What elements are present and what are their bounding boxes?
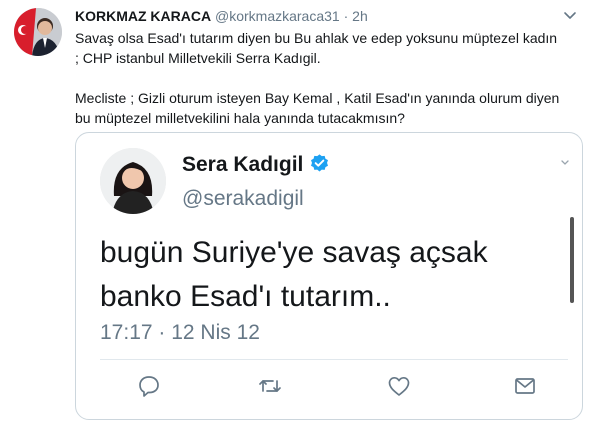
share-icon xyxy=(512,373,538,399)
quoted-action-bar xyxy=(76,373,582,403)
tweet-text-line: Mecliste ; Gizli oturum isteyen Bay Kema… xyxy=(75,90,560,106)
tweet-header: KORKMAZ KARACA @korkmazkaraca31 · 2h xyxy=(75,8,368,25)
like-icon xyxy=(386,373,412,399)
divider xyxy=(100,359,568,360)
author-name[interactable]: KORKMAZ KARACA xyxy=(75,8,211,24)
scrollbar xyxy=(570,217,574,303)
tweet-text-line: bu müptezel milletvekilini hala yanında … xyxy=(75,110,405,126)
verified-badge-icon xyxy=(309,153,330,174)
tweet-card[interactable]: KORKMAZ KARACA @korkmazkaraca31 · 2h Sav… xyxy=(0,0,593,425)
author-handle[interactable]: @korkmazkaraca31 xyxy=(215,8,340,24)
quoted-author-avatar xyxy=(100,148,166,214)
quoted-text-line: banko Esad'ı tutarım.. xyxy=(100,280,391,313)
chevron-down-icon xyxy=(560,155,570,165)
tweet-text-line: Savaş olsa Esad'ı tutarım diyen bu Bu ah… xyxy=(75,30,558,46)
quoted-text-line: bugün Suriye'ye savaş açsak xyxy=(100,236,488,269)
header-separator: · xyxy=(343,8,349,24)
quoted-tweet-text: bugün Suriye'ye savaş açsak banko Esad'ı… xyxy=(100,231,570,319)
quoted-author-name: Sera Kadıgil xyxy=(182,153,330,177)
tweet-time[interactable]: 2h xyxy=(352,8,368,24)
quoted-author-name-text: Sera Kadıgil xyxy=(182,153,304,176)
quoted-timestamp: 17:17 · 12 Nis 12 xyxy=(100,321,260,344)
author-avatar[interactable] xyxy=(14,8,62,56)
tweet-text: Savaş olsa Esad'ı tutarım diyen bu Bu ah… xyxy=(75,28,580,128)
chevron-down-icon[interactable] xyxy=(561,6,579,24)
quoted-author-handle: @serakadigil xyxy=(182,187,304,210)
quoted-tweet-image[interactable]: Sera Kadıgil @serakadigil bugün Suriye'y… xyxy=(75,132,583,420)
reply-icon xyxy=(136,373,162,399)
tweet-text-line: ; CHP istanbul Milletvekili Serra Kadıgi… xyxy=(75,50,321,66)
retweet-icon xyxy=(257,373,283,399)
